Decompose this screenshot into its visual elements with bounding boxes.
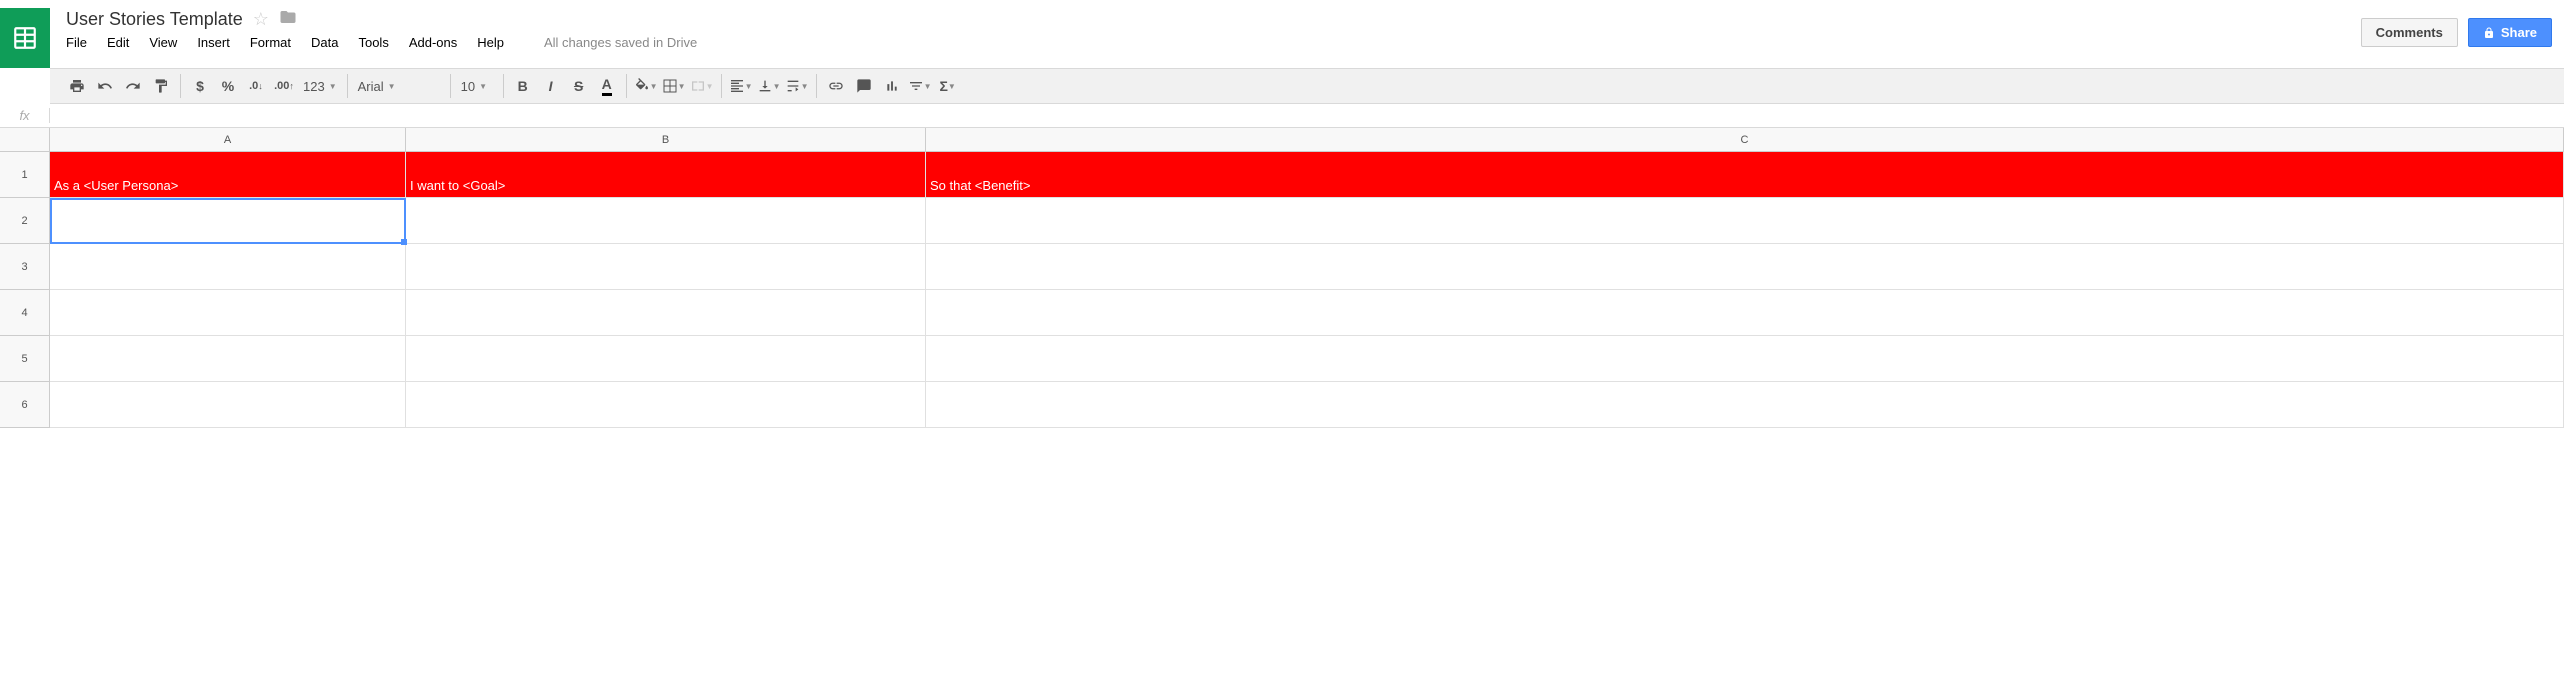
- share-button[interactable]: Share: [2468, 18, 2552, 47]
- insert-comment-icon[interactable]: [851, 73, 877, 99]
- percent-button[interactable]: %: [215, 73, 241, 99]
- cell-c1[interactable]: So that <Benefit>: [926, 152, 2564, 198]
- cell-b3[interactable]: [406, 244, 926, 290]
- menu-addons[interactable]: Add-ons: [409, 35, 457, 50]
- text-color-button[interactable]: A: [594, 73, 620, 99]
- select-all-corner[interactable]: [0, 128, 50, 152]
- col-header-b[interactable]: B: [406, 128, 926, 152]
- caret-icon: ▼: [388, 82, 396, 91]
- menu-help[interactable]: Help: [477, 35, 504, 50]
- cell-a2[interactable]: [50, 198, 406, 244]
- bold-button[interactable]: B: [510, 73, 536, 99]
- cell-b4[interactable]: [406, 290, 926, 336]
- increase-decimal-button[interactable]: .00↑: [271, 73, 297, 99]
- cell-c2[interactable]: [926, 198, 2564, 244]
- save-status: All changes saved in Drive: [544, 35, 697, 50]
- fx-label: fx: [0, 108, 50, 123]
- row-header-2[interactable]: 2: [0, 198, 50, 244]
- formula-bar: fx: [0, 104, 2564, 128]
- currency-button[interactable]: $: [187, 73, 213, 99]
- caret-icon: ▼: [801, 82, 809, 91]
- cell-a1[interactable]: As a <User Persona>: [50, 152, 406, 198]
- cell-b5[interactable]: [406, 336, 926, 382]
- decrease-decimal-button[interactable]: .0↓: [243, 73, 269, 99]
- caret-icon: ▼: [706, 82, 714, 91]
- col-header-c[interactable]: C: [926, 128, 2564, 152]
- spreadsheet-grid: A B C 1 As a <User Persona> I want to <G…: [0, 128, 2564, 428]
- cell-a6[interactable]: [50, 382, 406, 428]
- menu-view[interactable]: View: [149, 35, 177, 50]
- caret-icon: ▼: [650, 82, 658, 91]
- menu-tools[interactable]: Tools: [358, 35, 388, 50]
- print-icon[interactable]: [64, 73, 90, 99]
- caret-icon: ▼: [773, 82, 781, 91]
- cell-b6[interactable]: [406, 382, 926, 428]
- col-header-a[interactable]: A: [50, 128, 406, 152]
- filter-icon[interactable]: ▼: [907, 73, 933, 99]
- borders-button[interactable]: ▼: [661, 73, 687, 99]
- cell-a3[interactable]: [50, 244, 406, 290]
- title-area: User Stories Template ☆ File Edit View I…: [66, 8, 2361, 50]
- cell-a4[interactable]: [50, 290, 406, 336]
- toolbar: $ % .0↓ .00↑ 123 ▼ Arial ▼ 10 ▼ B I S A …: [50, 68, 2564, 104]
- insert-chart-icon[interactable]: [879, 73, 905, 99]
- merge-cells-button[interactable]: ▼: [689, 73, 715, 99]
- lock-icon: [2483, 27, 2495, 39]
- caret-icon: ▼: [948, 82, 956, 91]
- row-header-6[interactable]: 6: [0, 382, 50, 428]
- text-wrap-button[interactable]: ▼: [784, 73, 810, 99]
- menu-file[interactable]: File: [66, 35, 87, 50]
- row-header-1[interactable]: 1: [0, 152, 50, 198]
- header: User Stories Template ☆ File Edit View I…: [0, 0, 2564, 68]
- functions-icon[interactable]: Σ▼: [935, 73, 961, 99]
- share-label: Share: [2501, 25, 2537, 40]
- menubar: File Edit View Insert Format Data Tools …: [66, 35, 2361, 50]
- caret-icon: ▼: [479, 82, 487, 91]
- row-header-4[interactable]: 4: [0, 290, 50, 336]
- horizontal-align-button[interactable]: ▼: [728, 73, 754, 99]
- more-formats-dropdown[interactable]: 123 ▼: [299, 79, 341, 94]
- comments-button[interactable]: Comments: [2361, 18, 2458, 47]
- menu-insert[interactable]: Insert: [197, 35, 230, 50]
- caret-icon: ▼: [924, 82, 932, 91]
- row-header-3[interactable]: 3: [0, 244, 50, 290]
- font-select[interactable]: Arial ▼: [354, 79, 444, 94]
- strikethrough-button[interactable]: S: [566, 73, 592, 99]
- cell-b1[interactable]: I want to <Goal>: [406, 152, 926, 198]
- undo-icon[interactable]: [92, 73, 118, 99]
- cell-c5[interactable]: [926, 336, 2564, 382]
- cell-c4[interactable]: [926, 290, 2564, 336]
- caret-icon: ▼: [678, 82, 686, 91]
- app-logo[interactable]: [0, 8, 50, 68]
- star-icon[interactable]: ☆: [253, 9, 269, 30]
- vertical-align-button[interactable]: ▼: [756, 73, 782, 99]
- menu-data[interactable]: Data: [311, 35, 338, 50]
- row-header-5[interactable]: 5: [0, 336, 50, 382]
- formula-input[interactable]: [50, 108, 2564, 123]
- cell-b2[interactable]: [406, 198, 926, 244]
- header-buttons: Comments Share: [2361, 18, 2552, 47]
- redo-icon[interactable]: [120, 73, 146, 99]
- paint-format-icon[interactable]: [148, 73, 174, 99]
- menu-format[interactable]: Format: [250, 35, 291, 50]
- cell-c6[interactable]: [926, 382, 2564, 428]
- fill-color-button[interactable]: ▼: [633, 73, 659, 99]
- cell-a5[interactable]: [50, 336, 406, 382]
- italic-button[interactable]: I: [538, 73, 564, 99]
- font-size-select[interactable]: 10 ▼: [457, 79, 497, 94]
- document-title[interactable]: User Stories Template: [66, 9, 243, 30]
- caret-icon: ▼: [329, 82, 337, 91]
- caret-icon: ▼: [745, 82, 753, 91]
- menu-edit[interactable]: Edit: [107, 35, 129, 50]
- cell-c3[interactable]: [926, 244, 2564, 290]
- insert-link-icon[interactable]: [823, 73, 849, 99]
- folder-icon[interactable]: [279, 8, 297, 31]
